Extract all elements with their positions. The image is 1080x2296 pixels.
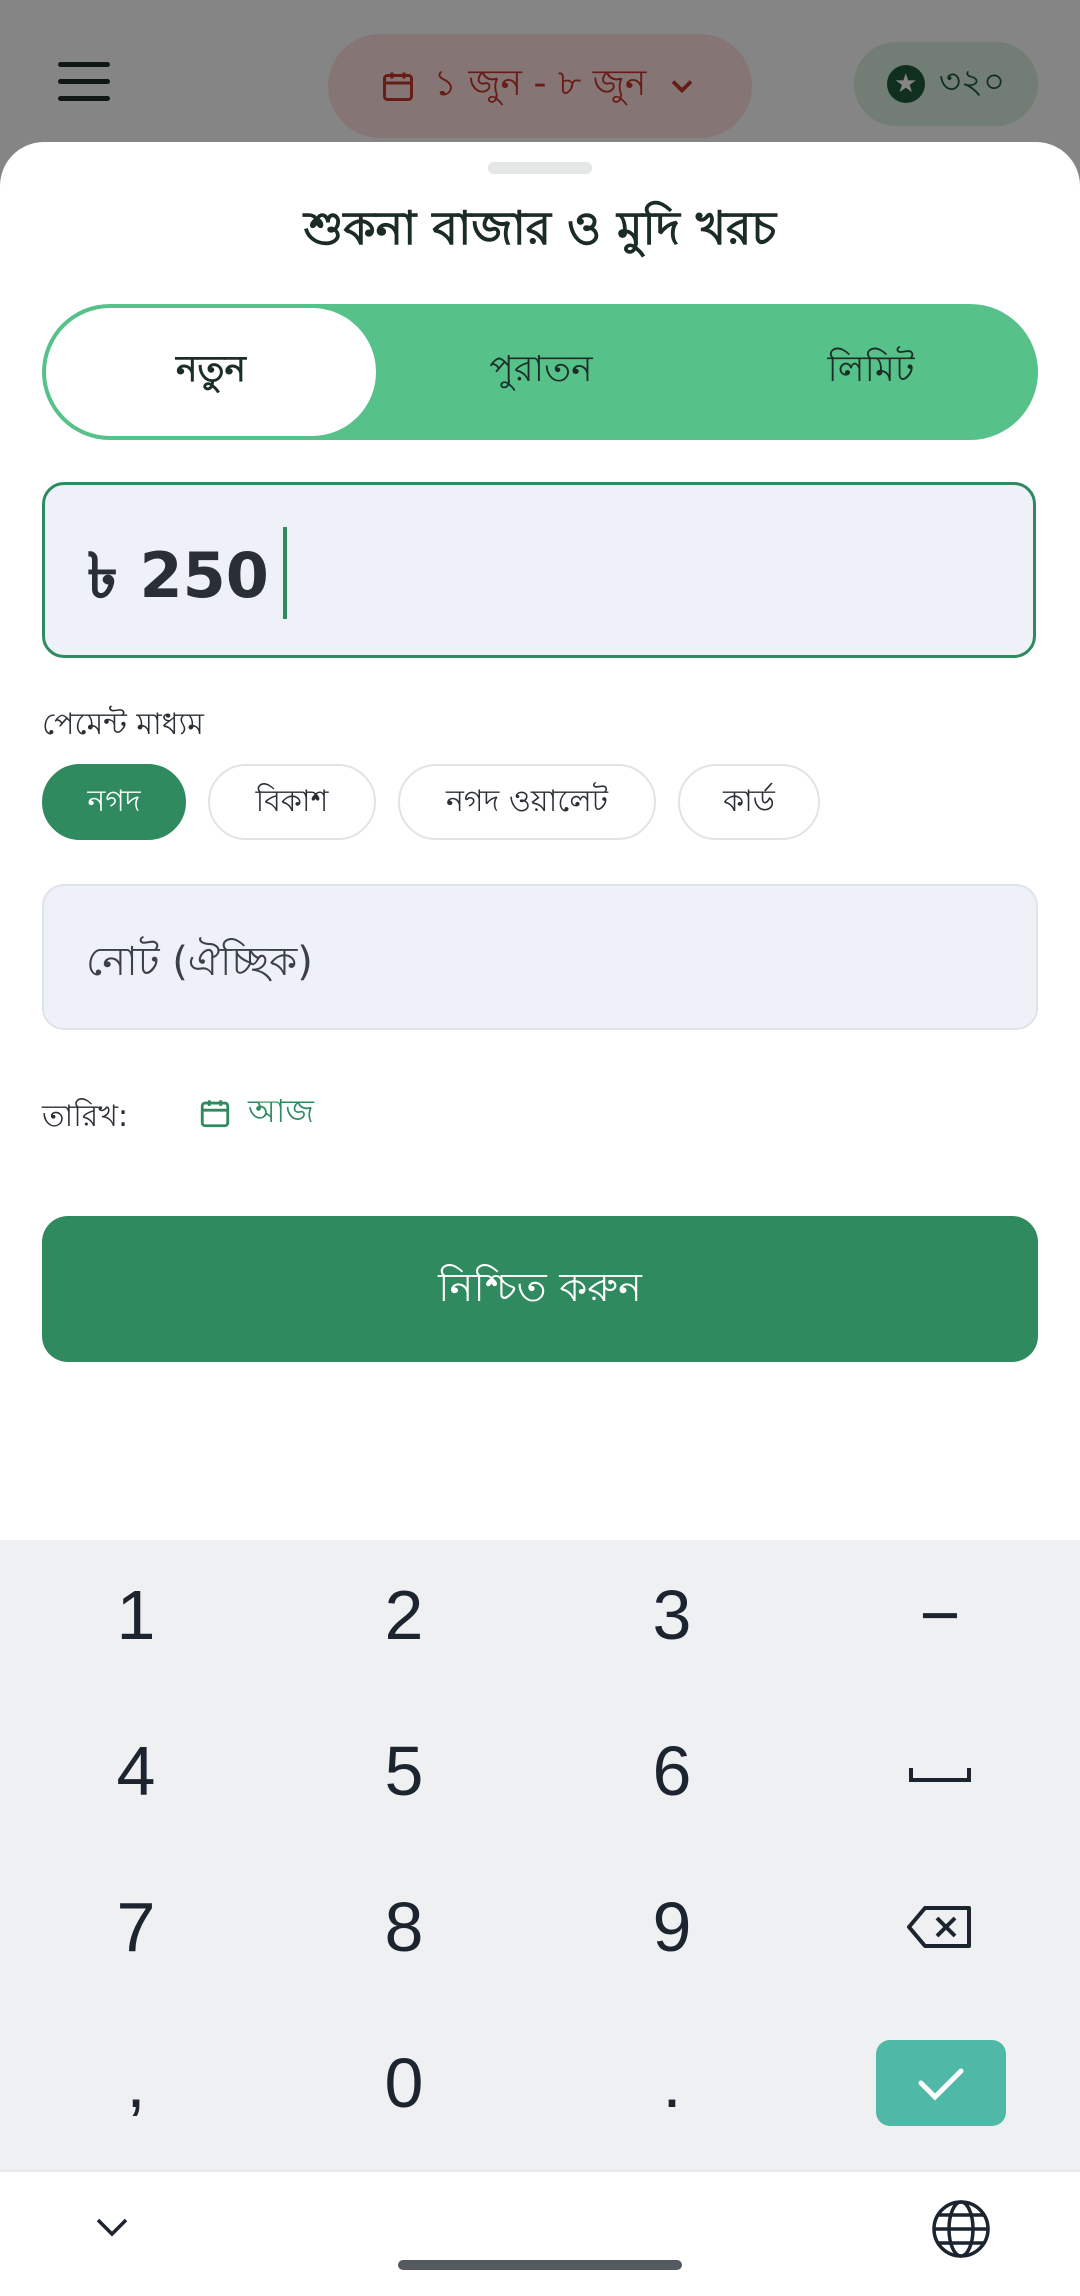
key-2[interactable]: 2 xyxy=(274,1540,534,1690)
key-comma[interactable]: , xyxy=(6,2008,266,2158)
tab-old[interactable]: পুরাতন xyxy=(376,304,706,440)
key-5[interactable]: 5 xyxy=(274,1696,534,1846)
space-icon xyxy=(909,1768,971,1782)
tab-limit[interactable]: লিমিট xyxy=(706,304,1036,440)
key-minus[interactable]: − xyxy=(810,1540,1070,1690)
key-backspace[interactable] xyxy=(810,1852,1070,2002)
key-dot[interactable]: . xyxy=(542,2008,802,2158)
numeric-keyboard: 1 2 3 − 4 5 6 7 8 9 , 0 . xyxy=(0,1540,1080,2170)
payment-chip-card[interactable]: কার্ড xyxy=(678,764,820,840)
key-9[interactable]: 9 xyxy=(542,1852,802,2002)
key-8[interactable]: 8 xyxy=(274,1852,534,2002)
key-4[interactable]: 4 xyxy=(6,1696,266,1846)
payment-method-label: পেমেন্ট মাধ্যম xyxy=(42,707,204,742)
globe-icon[interactable] xyxy=(930,2198,992,2260)
payment-chip-cash[interactable]: নগদ xyxy=(42,764,186,840)
amount-value: ৳ 250 xyxy=(87,539,269,612)
key-3[interactable]: 3 xyxy=(542,1540,802,1690)
key-6[interactable]: 6 xyxy=(542,1696,802,1846)
note-input[interactable]: নোট (ঐচ্ছিক) xyxy=(42,884,1038,1030)
calendar-icon xyxy=(200,1100,230,1128)
confirm-button[interactable]: নিশ্চিত করুন xyxy=(42,1216,1038,1362)
tab-new[interactable]: নতুন xyxy=(46,308,376,436)
key-space[interactable] xyxy=(810,1696,1070,1846)
checkmark-icon xyxy=(918,2068,964,2101)
sheet-title: শুকনা বাজার ও মুদি খরচ xyxy=(303,201,777,255)
home-indicator[interactable] xyxy=(398,2260,682,2270)
hide-keyboard-chevron-icon[interactable] xyxy=(92,2212,132,2244)
date-value: আজ xyxy=(248,1092,314,1130)
note-placeholder: নোট (ঐচ্ছিক) xyxy=(86,939,313,985)
payment-chip-nagad-wallet[interactable]: নগদ ওয়ালেট xyxy=(398,764,656,840)
date-label: তারিখ: xyxy=(42,1099,129,1134)
key-enter[interactable] xyxy=(876,2040,1006,2126)
sheet-drag-handle[interactable] xyxy=(488,162,592,174)
payment-chip-bkash[interactable]: বিকাশ xyxy=(208,764,376,840)
system-nav-bar xyxy=(0,2170,1080,2296)
text-caret xyxy=(283,527,287,619)
key-7[interactable]: 7 xyxy=(6,1852,266,2002)
key-0[interactable]: 0 xyxy=(274,2008,534,2158)
date-picker-button[interactable]: আজ xyxy=(198,1086,314,1140)
amount-input[interactable]: ৳ 250 xyxy=(42,482,1036,658)
key-1[interactable]: 1 xyxy=(6,1540,266,1690)
backspace-icon xyxy=(907,1906,971,1948)
entry-tabs: নতুন পুরাতন লিমিট xyxy=(42,304,1038,440)
